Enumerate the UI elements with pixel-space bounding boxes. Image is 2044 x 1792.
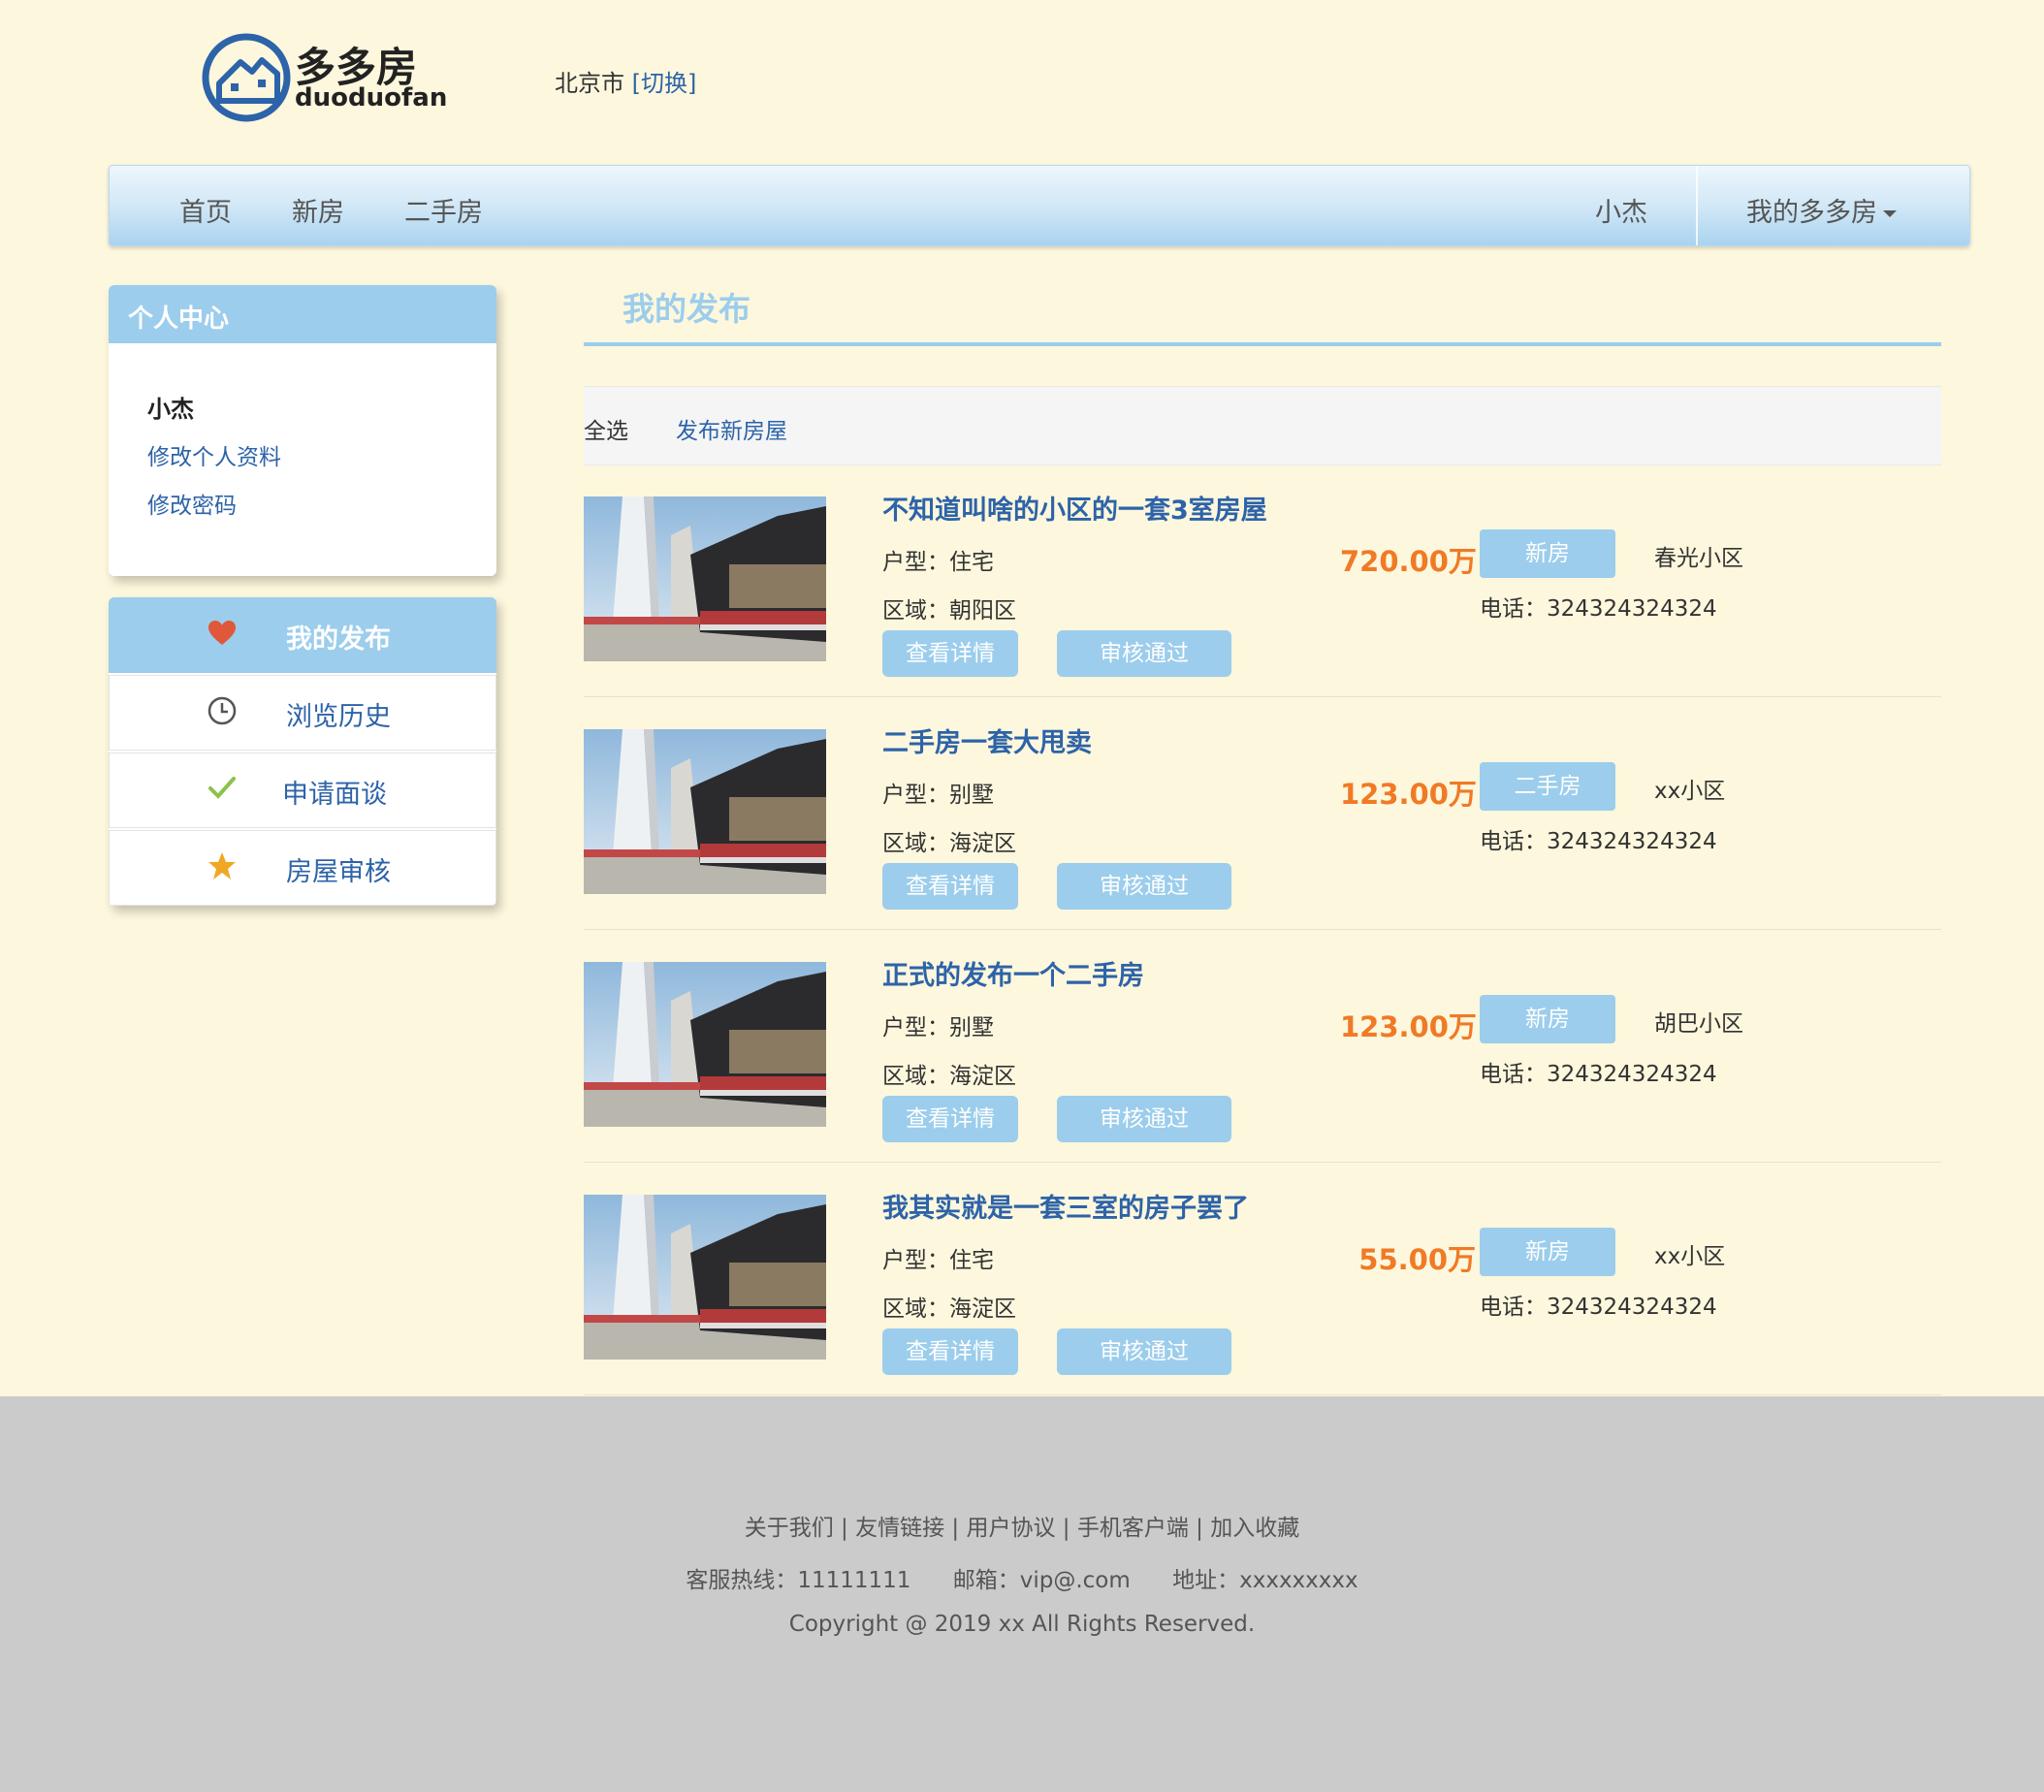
listing-phone: 电话：324324324324	[1480, 829, 1717, 854]
clock-icon	[208, 696, 237, 725]
listing-area: 区域：海淀区	[882, 831, 1016, 856]
listing-type: 户型：别墅	[882, 783, 994, 808]
change-password-link[interactable]: 修改密码	[147, 487, 237, 520]
nav-username[interactable]: 小杰	[1595, 191, 1647, 229]
listing-toolbar: 全选 发布新房屋	[584, 386, 1941, 465]
select-all-button[interactable]: 全选	[584, 412, 628, 445]
listing-thumbnail[interactable]	[584, 1195, 826, 1360]
listing-type: 户型：别墅	[882, 1015, 994, 1040]
house-photo-icon	[584, 496, 826, 661]
star-icon	[208, 852, 236, 880]
city-switch-link[interactable]: [切换]	[632, 70, 697, 97]
nav-divider	[1696, 166, 1698, 245]
side-menu-interview[interactable]: 申请面谈	[109, 752, 496, 828]
listing-phone: 电话：324324324324	[1480, 596, 1717, 622]
listing-phone: 电话：324324324324	[1480, 1062, 1717, 1087]
footer-links[interactable]: 关于我们 | 友情链接 | 用户协议 | 手机客户端 | 加入收藏	[0, 1509, 2044, 1542]
listing-area: 区域：朝阳区	[882, 598, 1016, 624]
footer-hotline: 客服热线：11111111	[686, 1568, 911, 1593]
site-footer: 关于我们 | 友情链接 | 用户协议 | 手机客户端 | 加入收藏 客服热线：1…	[0, 1396, 2044, 1792]
check-icon	[208, 777, 236, 799]
listing-area: 区域：海淀区	[882, 1296, 1016, 1322]
approve-button[interactable]: 审核通过	[1057, 863, 1231, 910]
caret-down-icon	[1883, 210, 1897, 217]
listing-thumbnail[interactable]	[584, 729, 826, 894]
listing-type: 户型：住宅	[882, 550, 994, 575]
house-photo-icon	[584, 1195, 826, 1360]
side-menu-my-posts[interactable]: 我的发布	[109, 597, 496, 673]
listing-row: 不知道叫啥的小区的一套3室房屋 户型：住宅 区域：朝阳区 查看详情 审核通过 7…	[584, 464, 1941, 697]
footer-email: 邮箱：vip@.com	[952, 1568, 1131, 1593]
house-logo-icon	[202, 33, 291, 122]
current-city: 北京市	[555, 70, 624, 97]
house-photo-icon	[584, 962, 826, 1127]
listing-community: 胡巴小区	[1654, 1011, 1743, 1037]
view-details-button[interactable]: 查看详情	[882, 1096, 1018, 1142]
view-details-button[interactable]: 查看详情	[882, 630, 1018, 677]
listing-title[interactable]: 正式的发布一个二手房	[882, 954, 1144, 992]
view-details-button[interactable]: 查看详情	[882, 1328, 1018, 1375]
side-menu-label: 我的发布	[286, 624, 391, 655]
side-menu-label: 浏览历史	[286, 702, 391, 732]
listing-tag: 二手房	[1480, 762, 1615, 811]
profile-username: 小杰	[147, 396, 194, 423]
approve-button[interactable]: 审核通过	[1057, 1096, 1231, 1142]
listing-price: 55.00万	[1358, 1243, 1476, 1276]
listing-tag: 新房	[1480, 1228, 1615, 1276]
edit-profile-link[interactable]: 修改个人资料	[147, 438, 281, 471]
site-logo[interactable]: 多多房 duoduofan	[202, 31, 447, 124]
listing-title[interactable]: 二手房一套大甩卖	[882, 721, 1092, 759]
side-menu-audit[interactable]: 房屋审核	[109, 830, 496, 906]
title-underline	[584, 342, 1941, 346]
listing-tag: 新房	[1480, 529, 1615, 578]
personal-center-header: 个人中心	[109, 285, 496, 343]
listing-phone: 电话：324324324324	[1480, 1295, 1717, 1320]
nav-home[interactable]: 首页	[179, 191, 232, 229]
main-navbar: 首页 新房 二手房 小杰 我的多多房	[109, 165, 1970, 246]
side-menu: 我的发布 浏览历史 申请面谈 房屋审核	[109, 597, 496, 906]
approve-button[interactable]: 审核通过	[1057, 630, 1231, 677]
personal-center-panel: 个人中心 小杰 修改个人资料 修改密码	[109, 285, 496, 576]
nav-second-hand[interactable]: 二手房	[404, 191, 483, 229]
side-menu-label: 房屋审核	[286, 857, 391, 887]
footer-address: 地址：xxxxxxxxx	[1172, 1568, 1358, 1593]
listing-community: xx小区	[1654, 1244, 1726, 1269]
listing-community: xx小区	[1654, 779, 1726, 804]
listing-title[interactable]: 我其实就是一套三室的房子罢了	[882, 1187, 1249, 1225]
nav-new-house[interactable]: 新房	[292, 191, 344, 229]
listing-row: 我其实就是一套三室的房子罢了 户型：住宅 区域：海淀区 查看详情 审核通过 55…	[584, 1162, 1941, 1395]
listing-community: 春光小区	[1654, 546, 1743, 571]
listing-thumbnail[interactable]	[584, 962, 826, 1127]
page-title: 我的发布	[623, 290, 751, 328]
listing-area: 区域：海淀区	[882, 1064, 1016, 1089]
logo-text-en: duoduofan	[295, 83, 448, 112]
my-menu-label: 我的多多房	[1746, 198, 1877, 228]
side-menu-history[interactable]: 浏览历史	[109, 675, 496, 751]
listing-row: 二手房一套大甩卖 户型：别墅 区域：海淀区 查看详情 审核通过 123.00万 …	[584, 696, 1941, 930]
footer-copyright: Copyright @ 2019 xx All Rights Reserved.	[788, 1612, 1256, 1637]
listing-price: 720.00万	[1340, 545, 1477, 578]
house-photo-icon	[584, 729, 826, 894]
city-selector: 北京市 [切换]	[555, 64, 696, 98]
approve-button[interactable]: 审核通过	[1057, 1328, 1231, 1375]
listing-price: 123.00万	[1340, 778, 1477, 811]
listing-row: 正式的发布一个二手房 户型：别墅 区域：海淀区 查看详情 审核通过 123.00…	[584, 929, 1941, 1163]
side-menu-label: 申请面谈	[282, 780, 387, 810]
footer-contact: 客服热线：11111111 邮箱：vip@.com 地址：xxxxxxxxx	[0, 1561, 2044, 1594]
listing-price: 123.00万	[1340, 1010, 1477, 1043]
listing-thumbnail[interactable]	[584, 496, 826, 661]
listing-type: 户型：住宅	[882, 1248, 994, 1273]
personal-center-title: 个人中心	[128, 304, 230, 334]
heart-icon	[208, 621, 236, 645]
listing-title[interactable]: 不知道叫啥的小区的一套3室房屋	[882, 489, 1267, 527]
listing-tag: 新房	[1480, 995, 1615, 1043]
nav-my-menu[interactable]: 我的多多房	[1746, 191, 1897, 229]
view-details-button[interactable]: 查看详情	[882, 863, 1018, 910]
publish-new-house-link[interactable]: 发布新房屋	[676, 412, 787, 445]
